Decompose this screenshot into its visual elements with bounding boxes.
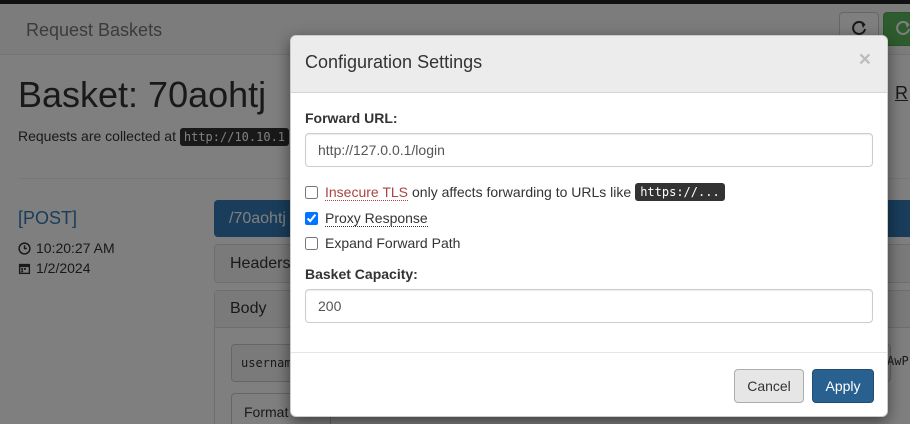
modal-title: Configuration Settings (305, 52, 483, 72)
proxy-response-label: Proxy Response (325, 210, 428, 227)
expand-forward-path-label: Expand Forward Path (325, 235, 461, 251)
insecure-tls-checkbox[interactable] (305, 185, 318, 199)
close-icon[interactable]: × (859, 49, 871, 70)
basket-capacity-input[interactable] (305, 289, 873, 323)
basket-capacity-label: Basket Capacity: (305, 266, 418, 282)
expand-forward-path-row[interactable]: Expand Forward Path (305, 235, 460, 251)
insecure-tls-row[interactable]: Insecure TLS only affects forwarding to … (305, 183, 725, 201)
insecure-tls-suffix: only affects forwarding to URLs like (412, 184, 632, 200)
insecure-tls-label: Insecure TLS (325, 183, 409, 201)
modal-footer: Cancel Apply (291, 353, 887, 416)
config-settings-modal: Configuration Settings × Forward URL: In… (290, 35, 888, 417)
apply-button[interactable]: Apply (812, 369, 874, 403)
forward-url-label: Forward URL: (305, 110, 398, 126)
expand-forward-path-checkbox[interactable] (305, 236, 318, 250)
proxy-response-checkbox[interactable] (305, 212, 318, 225)
insecure-tls-code: https://... (635, 183, 725, 201)
modal-body: Forward URL: Insecure TLS only affects f… (291, 93, 887, 353)
proxy-response-row[interactable]: Proxy Response (305, 210, 428, 227)
modal-header: Configuration Settings × (291, 36, 887, 93)
forward-url-input[interactable] (305, 133, 873, 167)
cancel-button[interactable]: Cancel (734, 369, 804, 403)
